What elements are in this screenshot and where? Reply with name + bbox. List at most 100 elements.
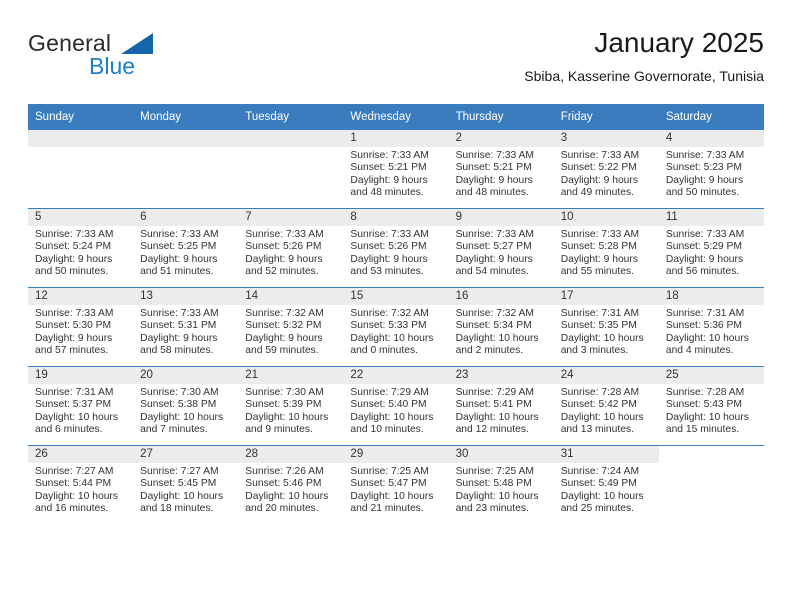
day-sunset-text: Sunset: 5:41 PM [455,399,532,411]
calendar-cell-day[interactable]: 17 Sunrise: 7:31 AM Sunset: 5:35 PM Dayligh… [553,287,659,367]
calendar-cell-day[interactable]: 7 Sunrise: 7:33 AM Sunset: 5:26 PM Daylight… [238,208,344,288]
day-daylight2-text: and 10 minutes. [350,424,424,436]
calendar-cell-empty [28,129,134,209]
day-daylight1-text: Daylight: 9 hours [455,174,533,186]
day-daylight1-text: Daylight: 10 hours [455,411,539,423]
day-daylight1-text: Daylight: 10 hours [245,490,329,502]
general-blue-logo[interactable]: General Blue [28,30,258,86]
day-cell: 28 Sunrise: 7:26 AM Sunset: 5:46 PM Dayligh… [238,446,344,524]
day-number: 8 [343,209,449,226]
day-sunset-text: Sunset: 5:37 PM [35,399,112,411]
calendar-cell-day[interactable]: 24 Sunrise: 7:28 AM Sunset: 5:42 PM Dayligh… [553,366,659,446]
calendar-cell-day[interactable]: 18 Sunrise: 7:31 AM Sunset: 5:36 PM Dayligh… [658,287,764,367]
calendar-cell-day[interactable]: 9 Sunrise: 7:33 AM Sunset: 5:27 PM Daylight… [448,208,554,288]
page-subtitle: Sbiba, Kasserine Governorate, Tunisia [524,68,764,84]
day-daylight2-text: and 25 minutes. [560,503,634,515]
day-sunrise-text: Sunrise: 7:32 AM [350,308,429,319]
day-details: Sunrise: 7:33 AM Sunset: 5:27 PM Daylight:… [449,226,554,279]
day-sunrise-text: Sunrise: 7:31 AM [560,308,640,319]
calendar-cell-day[interactable]: 25 Sunrise: 7:28 AM Sunset: 5:43 PM Dayligh… [658,366,764,446]
day-daylight2-text: and 58 minutes. [140,345,214,357]
day-cell [133,130,239,208]
day-number: 10 [553,209,659,226]
day-daylight1-text: Daylight: 10 hours [140,411,224,423]
calendar-cell-day[interactable]: 21 Sunrise: 7:30 AM Sunset: 5:39 PM Dayligh… [238,366,344,446]
day-daylight1-text: Daylight: 9 hours [35,332,113,344]
calendar-cell-day[interactable]: 20 Sunrise: 7:30 AM Sunset: 5:38 PM Dayligh… [133,366,239,446]
day-cell: 10 Sunrise: 7:33 AM Sunset: 5:28 PM Dayligh… [553,209,659,287]
day-details: Sunrise: 7:33 AM Sunset: 5:30 PM Daylight:… [28,305,133,358]
calendar-cell-day[interactable]: 12 Sunrise: 7:33 AM Sunset: 5:30 PM Dayligh… [28,287,134,367]
day-daylight1-text: Daylight: 10 hours [350,490,434,502]
day-daylight2-text: and 3 minutes. [560,345,629,357]
weekday-header: Sunday Monday Tuesday Wednesday Thursday Frid… [28,104,764,130]
day-number: 25 [658,367,764,384]
day-daylight1-text: Daylight: 10 hours [350,332,434,344]
calendar-cell-day[interactable]: 3 Sunrise: 7:33 AM Sunset: 5:22 PM Daylight… [553,129,659,209]
calendar-cell-day[interactable]: 1 Sunrise: 7:33 AM Sunset: 5:21 PM Daylight… [343,129,449,209]
day-cell: 21 Sunrise: 7:30 AM Sunset: 5:39 PM Dayligh… [238,367,344,445]
calendar-cell-day[interactable]: 4 Sunrise: 7:33 AM Sunset: 5:23 PM Daylight… [658,129,764,209]
calendar-cell-day[interactable]: 29 Sunrise: 7:25 AM Sunset: 5:47 PM Dayligh… [343,445,449,524]
logo-text-blue: Blue [89,53,136,79]
calendar-cell-day[interactable]: 16 Sunrise: 7:32 AM Sunset: 5:34 PM Dayligh… [448,287,554,367]
day-number [28,130,134,147]
day-number: 1 [343,130,449,147]
day-sunset-text: Sunset: 5:31 PM [140,320,217,332]
calendar-cell-day[interactable]: 6 Sunrise: 7:33 AM Sunset: 5:25 PM Daylight… [133,208,239,288]
day-sunrise-text: Sunrise: 7:30 AM [245,387,324,398]
calendar-week-row: 1 Sunrise: 7:33 AM Sunset: 5:21 PM Daylight… [28,129,764,209]
day-sunrise-text: Sunrise: 7:31 AM [665,308,745,319]
calendar-cell-day[interactable]: 5 Sunrise: 7:33 AM Sunset: 5:24 PM Daylight… [28,208,134,288]
day-sunset-text: Sunset: 5:42 PM [560,399,637,411]
calendar-week-row: 12 Sunrise: 7:33 AM Sunset: 5:30 PM Dayligh… [28,287,764,367]
day-cell: 1 Sunrise: 7:33 AM Sunset: 5:21 PM Daylight… [343,130,449,208]
calendar-cell-day[interactable]: 13 Sunrise: 7:33 AM Sunset: 5:31 PM Dayligh… [133,287,239,367]
calendar-cell-day[interactable]: 28 Sunrise: 7:26 AM Sunset: 5:46 PM Dayligh… [238,445,344,524]
day-number: 7 [238,209,344,226]
day-number: 31 [553,446,659,463]
day-cell: 27 Sunrise: 7:27 AM Sunset: 5:45 PM Dayligh… [133,446,239,524]
day-daylight1-text: Daylight: 9 hours [35,253,113,265]
calendar-week-row: 26 Sunrise: 7:27 AM Sunset: 5:44 PM Dayligh… [28,445,764,524]
day-cell: 26 Sunrise: 7:27 AM Sunset: 5:44 PM Dayligh… [28,446,134,524]
calendar-cell-day[interactable]: 23 Sunrise: 7:29 AM Sunset: 5:41 PM Dayligh… [448,366,554,446]
day-cell: 20 Sunrise: 7:30 AM Sunset: 5:38 PM Dayligh… [133,367,239,445]
day-daylight2-text: and 13 minutes. [560,424,634,436]
day-sunrise-text: Sunrise: 7:33 AM [455,229,534,240]
day-daylight2-text: and 51 minutes. [140,266,214,278]
day-daylight1-text: Daylight: 9 hours [140,253,218,265]
day-sunrise-text: Sunrise: 7:28 AM [665,387,745,398]
calendar-cell-day[interactable]: 30 Sunrise: 7:25 AM Sunset: 5:48 PM Dayligh… [448,445,554,524]
day-cell: 30 Sunrise: 7:25 AM Sunset: 5:48 PM Dayligh… [448,446,554,524]
day-details: Sunrise: 7:33 AM Sunset: 5:28 PM Daylight:… [554,226,659,279]
calendar-cell-day[interactable]: 11 Sunrise: 7:33 AM Sunset: 5:29 PM Dayligh… [658,208,764,288]
calendar-cell-day[interactable]: 19 Sunrise: 7:31 AM Sunset: 5:37 PM Dayligh… [28,366,134,446]
day-daylight1-text: Daylight: 9 hours [665,174,744,186]
day-sunset-text: Sunset: 5:40 PM [350,399,427,411]
calendar-cell-day[interactable]: 27 Sunrise: 7:27 AM Sunset: 5:45 PM Dayligh… [133,445,239,524]
day-cell: 11 Sunrise: 7:33 AM Sunset: 5:29 PM Dayligh… [658,209,764,287]
day-sunset-text: Sunset: 5:28 PM [560,241,637,253]
day-sunrise-text: Sunrise: 7:26 AM [245,466,324,477]
day-sunset-text: Sunset: 5:33 PM [350,320,427,332]
calendar-cell-day[interactable]: 10 Sunrise: 7:33 AM Sunset: 5:28 PM Dayligh… [553,208,659,288]
day-daylight2-text: and 20 minutes. [245,503,319,515]
calendar-cell-day[interactable]: 31 Sunrise: 7:24 AM Sunset: 5:49 PM Dayligh… [553,445,659,524]
calendar-cell-day[interactable]: 14 Sunrise: 7:32 AM Sunset: 5:32 PM Dayligh… [238,287,344,367]
day-details: Sunrise: 7:33 AM Sunset: 5:25 PM Daylight:… [133,226,238,279]
day-sunset-text: Sunset: 5:24 PM [35,241,112,253]
calendar-cell-day[interactable]: 8 Sunrise: 7:33 AM Sunset: 5:26 PM Daylight… [343,208,449,288]
day-sunset-text: Sunset: 5:35 PM [560,320,637,332]
day-number: 5 [28,209,134,226]
calendar-cell-day[interactable]: 22 Sunrise: 7:29 AM Sunset: 5:40 PM Dayligh… [343,366,449,446]
day-cell: 24 Sunrise: 7:28 AM Sunset: 5:42 PM Dayligh… [553,367,659,445]
day-daylight2-text: and 53 minutes. [350,266,424,278]
day-sunset-text: Sunset: 5:21 PM [350,162,427,174]
day-details: Sunrise: 7:30 AM Sunset: 5:38 PM Daylight:… [133,384,238,437]
calendar-cell-day[interactable]: 15 Sunrise: 7:32 AM Sunset: 5:33 PM Dayligh… [343,287,449,367]
calendar-cell-day[interactable]: 26 Sunrise: 7:27 AM Sunset: 5:44 PM Dayligh… [28,445,134,524]
day-cell: 15 Sunrise: 7:32 AM Sunset: 5:33 PM Dayligh… [343,288,449,366]
day-sunset-text: Sunset: 5:39 PM [245,399,322,411]
calendar-cell-day[interactable]: 2 Sunrise: 7:33 AM Sunset: 5:21 PM Daylight… [448,129,554,209]
